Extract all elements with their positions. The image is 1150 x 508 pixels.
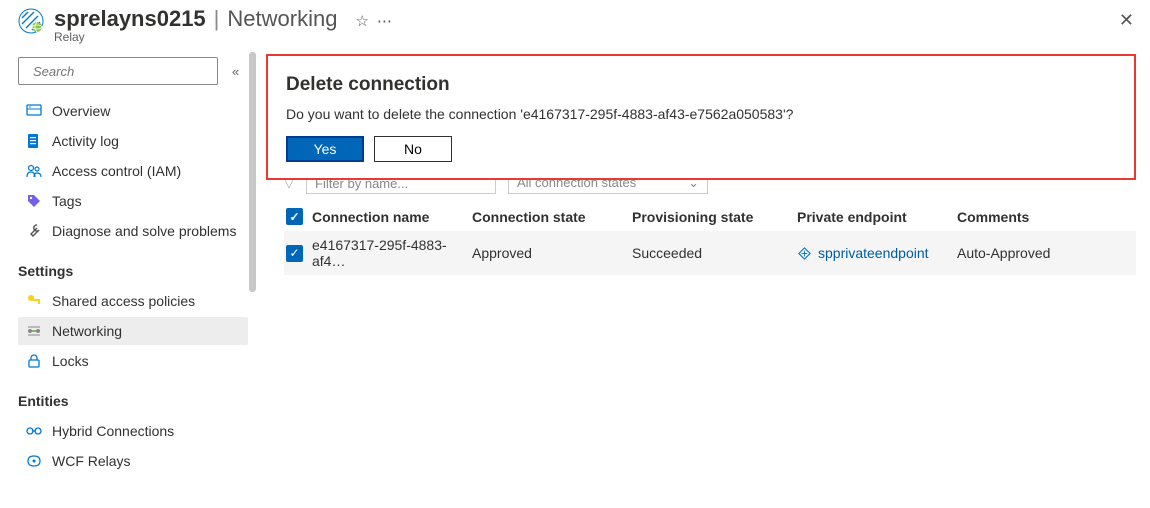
collapse-sidebar-icon[interactable]: « [232,64,239,79]
key-icon [26,293,42,309]
sidebar-item-label: Locks [52,353,89,369]
sidebar-item-locks[interactable]: Locks [18,347,248,375]
resource-type: Relay [54,30,392,44]
row-checkbox[interactable]: ✓ [286,245,303,262]
col-connection-name: Connection name [312,209,472,225]
cell-private-endpoint[interactable]: spprivateendpoint [797,245,957,261]
sidebar-item-tags[interactable]: Tags [18,187,248,215]
sidebar-item-shared-access[interactable]: Shared access policies [18,287,248,315]
sidebar-item-hybrid[interactable]: Hybrid Connections [18,417,248,445]
table-row[interactable]: ✓ e4167317-295f-4883-af4… Approved Succe… [284,231,1136,275]
private-endpoint-icon [797,246,812,261]
sidebar-item-wcf[interactable]: WCF Relays [18,447,248,475]
sidebar-item-diagnose[interactable]: Diagnose and solve problems [18,217,248,245]
col-connection-state: Connection state [472,209,632,225]
cell-provisioning-state: Succeeded [632,245,797,261]
sidebar-item-label: Activity log [52,133,119,149]
sidebar-item-label: Shared access policies [52,293,195,309]
sidebar-search[interactable] [18,57,218,85]
delete-connection-dialog: Delete connection Do you want to delete … [266,54,1136,180]
page-title: Networking [227,6,337,32]
private-endpoint-link[interactable]: spprivateendpoint [818,245,929,261]
lock-icon [26,353,42,369]
sidebar-group-settings: Settings [18,247,256,285]
hybrid-icon [26,423,42,439]
sidebar: « Overview Activity log Access control (… [0,52,256,506]
access-control-icon [26,163,42,179]
sidebar-item-networking[interactable]: Networking [18,317,248,345]
wcf-icon [26,453,42,469]
sidebar-item-label: Networking [52,323,122,339]
more-icon[interactable]: ⋯ [377,12,392,30]
activity-log-icon [26,133,42,149]
dialog-message: Do you want to delete the connection 'e4… [286,106,1116,122]
sidebar-item-access-control[interactable]: Access control (IAM) [18,157,248,185]
col-provisioning-state: Provisioning state [632,209,797,225]
tag-icon [26,193,42,209]
sidebar-item-label: Hybrid Connections [52,423,174,439]
sidebar-item-label: WCF Relays [52,453,131,469]
col-private-endpoint: Private endpoint [797,209,957,225]
sidebar-item-overview[interactable]: Overview [18,97,248,125]
cell-comments: Auto-Approved [957,245,1136,261]
sidebar-scrollbar[interactable] [249,52,256,506]
connections-table: ✓ Connection name Connection state Provi… [284,202,1136,275]
sidebar-item-label: Tags [52,193,82,209]
sidebar-item-label: Access control (IAM) [52,163,181,179]
select-all-checkbox[interactable]: ✓ [286,208,303,225]
page-header: sprelayns0215 | Networking ☆ ⋯ Relay ✕ [0,0,1150,52]
title-separator: | [214,6,220,32]
cell-connection-name: e4167317-295f-4883-af4… [312,237,472,269]
relay-icon [18,8,44,37]
wrench-icon [26,223,42,239]
resource-title: sprelayns0215 [54,6,206,32]
dialog-title: Delete connection [286,74,1116,96]
dialog-yes-button[interactable]: Yes [286,136,364,162]
favorite-icon[interactable]: ☆ [355,12,368,30]
col-comments: Comments [957,209,1136,225]
networking-icon [26,323,42,339]
cell-connection-state: Approved [472,245,632,261]
sidebar-item-label: Diagnose and solve problems [52,223,236,239]
close-icon[interactable]: ✕ [1119,10,1134,31]
sidebar-item-activity-log[interactable]: Activity log [18,127,248,155]
dialog-no-button[interactable]: No [374,136,452,162]
overview-icon [26,103,42,119]
table-header-row: ✓ Connection name Connection state Provi… [284,202,1136,231]
search-input[interactable] [33,64,211,79]
main-content: Delete connection Do you want to delete … [256,52,1150,506]
sidebar-group-entities: Entities [18,377,256,415]
sidebar-item-label: Overview [52,103,110,119]
